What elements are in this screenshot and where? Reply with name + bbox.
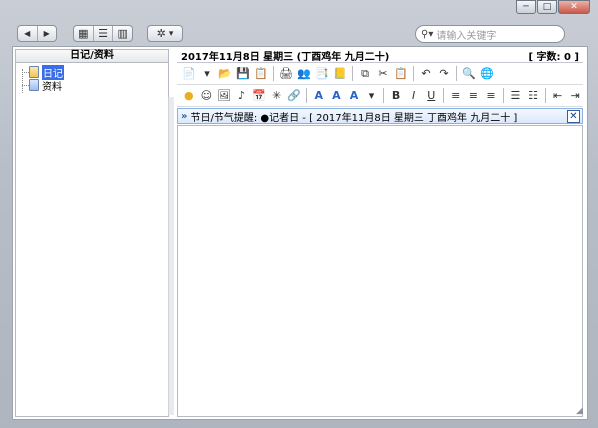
toolbar-button-6[interactable]: 🔗 xyxy=(286,88,302,104)
search-icon: ⚲▾ xyxy=(421,28,434,40)
toolbar-button-7[interactable]: 👥 xyxy=(296,66,312,82)
expand-arrows-icon[interactable]: » xyxy=(181,111,187,122)
minimize-button[interactable]: ─ xyxy=(516,0,536,14)
toolbar-separator xyxy=(544,88,546,103)
document-icon xyxy=(29,79,39,91)
editor-header: 2017年11月8日 星期三 (丁酉鸡年 九月二十) [ 字数: 0 ] xyxy=(177,49,583,63)
tree-item-label: 资料 xyxy=(42,81,62,93)
toolbar-button-9[interactable]: A xyxy=(329,88,345,104)
search-placeholder: 请输入关键字 xyxy=(436,30,497,42)
word-count: [ 字数: 0 ] xyxy=(528,52,579,63)
toolbar-separator xyxy=(502,88,504,103)
toolbar-separator xyxy=(443,88,444,103)
toolbar-button-9[interactable]: 📒 xyxy=(332,66,348,82)
nav-button-group: ◀ ▶ xyxy=(17,25,57,42)
settings-button[interactable]: ✲ ▾ xyxy=(147,25,183,42)
view-icons-icon[interactable]: ▦ xyxy=(74,26,94,41)
tree-item-materials[interactable]: 资料 xyxy=(29,79,62,93)
toolbar-separator xyxy=(383,88,385,103)
toolbar-button-12[interactable]: ✂ xyxy=(375,66,391,82)
search-input[interactable]: ⚲▾ 请输入关键字 xyxy=(415,25,565,43)
toolbar-button-3[interactable]: 💾 xyxy=(235,66,251,82)
toolbar-button-22[interactable]: ☷ xyxy=(525,88,541,104)
entry-date: 2017年11月8日 星期三 (丁酉鸡年 九月二十) xyxy=(181,52,390,63)
toolbar-button-19[interactable]: ≡ xyxy=(483,88,499,104)
toolbar-button-14[interactable]: I xyxy=(406,88,422,104)
view-button-group: ▦ ☰ ▥ xyxy=(73,25,133,42)
tree-line xyxy=(22,85,29,86)
toolbar-separator xyxy=(413,66,414,81)
toolbar-separator xyxy=(273,66,274,81)
tree-line xyxy=(22,72,29,73)
format-toolbar: ● ☺ 🖼 ♪ 📅 ✳ 🔗 A A A ▾ B I U ≡ ≡ ≡ ☰ ☷ ⇤ ⇥ xyxy=(177,85,583,107)
maximize-button[interactable]: □ xyxy=(537,0,557,14)
close-button[interactable]: ✕ xyxy=(558,0,590,14)
toolbar-button-6[interactable]: 🖨 xyxy=(278,66,294,82)
toolbar-button-19[interactable]: 🌐 xyxy=(479,66,495,82)
chevron-down-icon: ▾ xyxy=(168,28,174,39)
toolbar-button-8[interactable]: 📑 xyxy=(314,66,330,82)
view-columns-icon[interactable]: ▥ xyxy=(113,26,132,41)
toolbar-button-0[interactable]: ● xyxy=(181,88,197,104)
toolbar-button-18[interactable]: 🔍 xyxy=(461,66,477,82)
toolbar-button-18[interactable]: ≡ xyxy=(466,88,482,104)
toolbar-button-24[interactable]: ⇤ xyxy=(550,88,566,104)
tree-item-diary[interactable]: 日记 xyxy=(29,64,64,80)
toolbar-button-4[interactable]: 📅 xyxy=(251,88,267,104)
back-icon[interactable]: ◀ xyxy=(18,26,38,41)
toolbar-button-11[interactable]: ▾ xyxy=(364,88,380,104)
resize-grip-icon[interactable]: ◢ xyxy=(576,406,583,416)
file-toolbar: 📄 ▾ 📂 💾 📋 🖨 👥 📑 📒 ⧉ ✂ 📋 ↶ ↷ 🔍 🌐 xyxy=(177,63,583,85)
view-list-icon[interactable]: ☰ xyxy=(94,26,114,41)
toolbar-button-25[interactable]: ⇥ xyxy=(567,88,583,104)
toolbar-separator xyxy=(456,66,457,81)
tree-panel xyxy=(15,63,169,417)
toolbar-button-21[interactable]: ☰ xyxy=(508,88,524,104)
toolbar-button-2[interactable]: 🖼 xyxy=(216,88,232,104)
toolbar-button-11[interactable]: ⧉ xyxy=(357,66,373,82)
reminder-text: 节日/节气提醒: ●记者日 - [ 2017年11月8日 星期三 丁酉鸡年 九月… xyxy=(190,112,518,124)
toolbar-separator xyxy=(306,88,308,103)
toolbar-button-13[interactable]: 📋 xyxy=(393,66,409,82)
toolbar-button-15[interactable]: U xyxy=(423,88,439,104)
editor-area[interactable] xyxy=(177,125,583,417)
toolbar-button-10[interactable]: A xyxy=(346,88,362,104)
notebook-icon xyxy=(29,66,39,78)
toolbar-button-17[interactable]: ≡ xyxy=(448,88,464,104)
toolbar-button-3[interactable]: ♪ xyxy=(234,88,250,104)
toolbar-button-16[interactable]: ↷ xyxy=(436,66,452,82)
toolbar-button-8[interactable]: A xyxy=(311,88,327,104)
toolbar-button-0[interactable]: 📄 xyxy=(181,66,197,82)
left-panel-title: 日记/资料 xyxy=(15,49,169,63)
gear-icon: ✲ xyxy=(156,27,166,40)
toolbar-button-15[interactable]: ↶ xyxy=(418,66,434,82)
toolbar-button-1[interactable]: ☺ xyxy=(199,88,215,104)
forward-icon[interactable]: ▶ xyxy=(38,26,57,41)
holiday-reminder-bar: » 节日/节气提醒: ●记者日 - [ 2017年11月8日 星期三 丁酉鸡年 … xyxy=(177,108,583,124)
toolbar-button-1[interactable]: ▾ xyxy=(199,66,215,82)
close-reminder-button[interactable]: ✕ xyxy=(567,109,580,123)
toolbar-separator xyxy=(352,66,353,81)
toolbar-button-2[interactable]: 📂 xyxy=(217,66,233,82)
panel-splitter[interactable] xyxy=(168,97,174,415)
toolbar-button-5[interactable]: ✳ xyxy=(269,88,285,104)
toolbar-button-4[interactable]: 📋 xyxy=(253,66,269,82)
toolbar-button-13[interactable]: B xyxy=(388,88,404,104)
